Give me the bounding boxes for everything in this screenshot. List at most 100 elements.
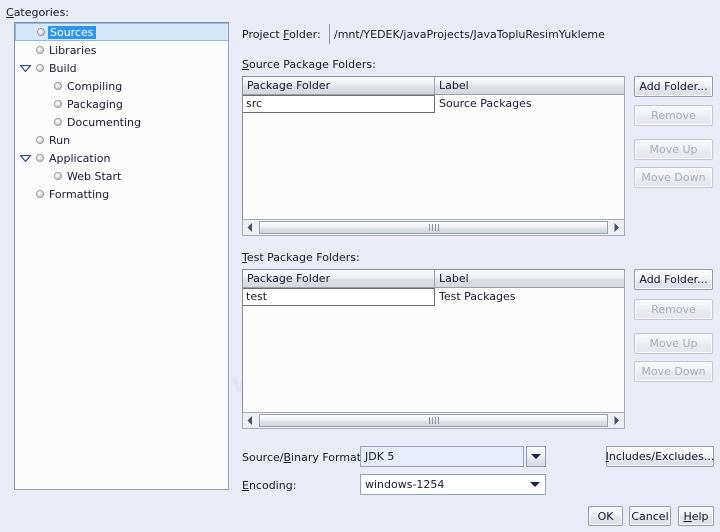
category-item-label: Compiling [67,79,123,93]
expand-arrow-icon[interactable] [17,149,33,167]
move-down-test-button[interactable]: Move Down [634,361,713,382]
category-item-label: Web Start [67,169,122,183]
source-format-value[interactable]: JDK 5 [360,446,524,467]
move-up-test-label: Move Up [649,337,698,350]
scroll-right-icon[interactable] [609,413,624,428]
cell-label[interactable]: Source Packages [435,95,624,113]
cell-package-folder[interactable]: src [243,95,435,113]
category-item-web-start[interactable]: Web Start [15,167,228,185]
source-format-combo[interactable]: JDK 5 [360,446,546,467]
category-item-label: Build [49,61,77,75]
category-item-compiling[interactable]: Compiling [15,77,228,95]
test-packages-label: Test Package Folders: [242,251,360,264]
scroll-thumb[interactable] [259,221,608,234]
column-header-label[interactable]: Label [435,270,624,287]
radio-node-icon[interactable] [51,113,65,131]
chevron-down-icon[interactable] [525,475,545,494]
encoding-combo[interactable]: windows-1254 [360,474,546,495]
radio-node-icon[interactable] [33,131,47,149]
category-item-label: Sources [48,25,96,39]
project-folder-value: /mnt/YEDEK/javaProjects/JavaTopluResimYu… [329,24,718,44]
source-packages-hscrollbar[interactable] [242,220,625,236]
source-format-label: Source/Binary Format: [242,451,365,464]
category-item-libraries[interactable]: Libraries [15,41,228,59]
remove-test-button[interactable]: Remove [634,299,713,320]
category-item-label: Application [49,151,111,165]
source-packages-table[interactable]: Package Folder Label src Source Packages [242,76,625,220]
scroll-track[interactable] [258,220,609,235]
test-packages-table[interactable]: Package Folder Label test Test Packages [242,269,625,413]
scroll-right-icon[interactable] [609,220,624,235]
grip-icon [428,224,439,231]
encoding-value[interactable]: windows-1254 [361,478,525,491]
scroll-left-icon[interactable] [243,220,258,235]
category-item-application[interactable]: Application [15,149,228,167]
radio-node-icon[interactable] [51,95,65,113]
category-item-build[interactable]: Build [15,59,228,77]
category-item-documenting[interactable]: Documenting [15,113,228,131]
category-item-formatting[interactable]: Formatting [15,185,228,203]
categories-label-text: ategories: [13,6,70,19]
add-folder-source-button[interactable]: Add Folder... [634,76,713,97]
category-item-packaging[interactable]: Packaging [15,95,228,113]
radio-node-icon[interactable] [51,167,65,185]
encoding-label: Encoding: [242,479,297,492]
expand-arrow-icon[interactable] [17,59,33,77]
column-header-package-folder[interactable]: Package Folder [243,270,435,287]
scroll-left-icon[interactable] [243,413,258,428]
table-header-row: Package Folder Label [243,270,624,288]
radio-node-icon[interactable] [33,149,47,167]
includes-excludes-button[interactable]: Includes/Excludes... [606,446,714,467]
ok-button-label: OK [597,509,614,523]
cancel-button[interactable]: Cancel [629,506,671,526]
radio-node-icon[interactable] [51,77,65,95]
chevron-down-icon[interactable] [526,446,546,467]
includes-excludes-label: Includes/Excludes... [605,450,715,463]
category-item-sources[interactable]: Sources [15,23,228,41]
add-folder-test-label: Add Folder... [639,273,708,286]
project-properties-dialog: Categories: Sources Libraries Build Compili… [0,0,720,532]
move-up-test-button[interactable]: Move Up [634,333,713,354]
radio-node-icon[interactable] [33,41,47,59]
cell-label[interactable]: Test Packages [435,288,624,306]
cancel-button-label: Cancel [631,509,669,523]
remove-source-button[interactable]: Remove [634,105,713,126]
help-button[interactable]: Help [678,506,714,526]
help-button-label: Help [683,509,709,523]
radio-node-icon[interactable] [33,185,47,203]
category-item-run[interactable]: Run [15,131,228,149]
remove-source-label: Remove [651,109,696,122]
radio-node-icon[interactable] [33,59,47,77]
project-folder-label: Project Folder: [242,28,321,41]
scroll-thumb[interactable] [259,414,608,427]
category-item-label: Libraries [49,43,97,57]
ok-button[interactable]: OK [588,506,623,526]
add-folder-test-button[interactable]: Add Folder... [634,269,713,290]
scroll-track[interactable] [258,413,609,428]
remove-test-label: Remove [651,303,696,316]
category-tree[interactable]: Sources Libraries Build Compiling Packaging D… [14,22,229,490]
source-packages-label: Source Package Folders: [242,58,376,71]
move-up-source-label: Move Up [649,143,698,156]
move-down-source-button[interactable]: Move Down [634,167,713,188]
table-row[interactable]: test Test Packages [243,288,624,306]
category-item-label: Run [49,133,71,147]
category-item-label: Formatting [49,187,110,201]
grip-icon [428,417,439,424]
move-down-source-label: Move Down [641,171,706,184]
radio-node-icon[interactable] [34,23,48,41]
column-header-package-folder[interactable]: Package Folder [243,77,435,94]
table-row[interactable]: src Source Packages [243,95,624,113]
column-header-label[interactable]: Label [435,77,624,94]
table-header-row: Package Folder Label [243,77,624,95]
move-up-source-button[interactable]: Move Up [634,139,713,160]
cell-package-folder[interactable]: test [243,288,435,306]
add-folder-source-label: Add Folder... [639,80,708,93]
test-packages-hscrollbar[interactable] [242,413,625,429]
category-item-label: Packaging [67,97,123,111]
category-item-label: Documenting [67,115,141,129]
